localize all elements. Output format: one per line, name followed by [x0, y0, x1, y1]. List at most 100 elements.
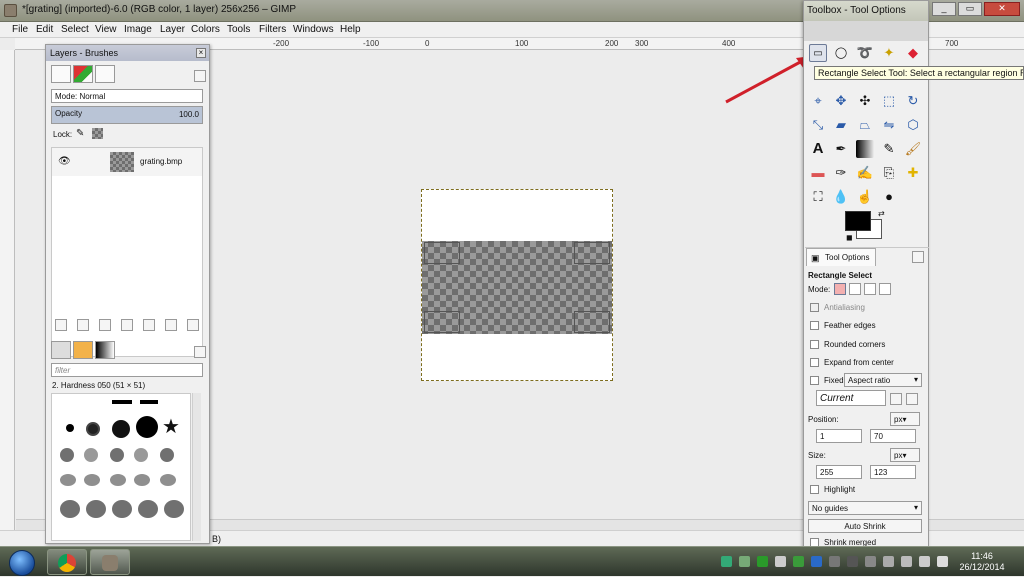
raise-layer-icon[interactable]	[99, 319, 111, 331]
tool-options-menu-icon[interactable]	[912, 251, 924, 263]
auto-shrink-button[interactable]: Auto Shrink	[808, 519, 922, 533]
volume-icon[interactable]	[937, 556, 948, 567]
image-canvas[interactable]	[421, 189, 613, 381]
fixed-mode-select[interactable]: Aspect ratio ▾	[844, 373, 922, 387]
text-tool-icon[interactable]: A	[809, 140, 827, 158]
tray-icon[interactable]	[775, 556, 786, 567]
minimize-button[interactable]: _	[932, 2, 956, 16]
brush-item-selected[interactable]	[86, 422, 100, 436]
gimp-taskbar-button[interactable]	[90, 549, 130, 575]
brush-tab-icon[interactable]	[51, 341, 71, 359]
brush-item[interactable]	[110, 448, 124, 462]
rotate-tool-icon[interactable]: ↻	[904, 92, 922, 110]
lock-paint-icon[interactable]: ✎	[76, 128, 84, 139]
lasso-tool-icon[interactable]: ➰	[856, 44, 874, 62]
paths-tab-icon[interactable]	[95, 65, 115, 83]
selection-handle-br[interactable]	[574, 311, 610, 333]
move-tool-icon[interactable]: ✥	[832, 92, 850, 110]
tray-icon[interactable]	[757, 556, 768, 567]
dock-titlebar[interactable]: Layers - Brushes ×	[46, 45, 209, 61]
size-unit-select[interactable]: px▾	[890, 448, 920, 462]
antialiasing-checkbox[interactable]	[810, 303, 819, 312]
brush-filter-input[interactable]: filter	[51, 363, 203, 377]
mode-subtract-icon[interactable]	[864, 283, 876, 295]
align-tool-icon[interactable]: ✣	[856, 92, 874, 110]
selection-handle-tr[interactable]	[574, 242, 610, 264]
portrait-icon[interactable]	[890, 393, 902, 405]
selection-handle-bl[interactable]	[424, 311, 460, 333]
eye-icon[interactable]: 👁	[58, 156, 71, 167]
clone-tool-icon[interactable]: ⎘	[880, 164, 898, 182]
mode-intersect-icon[interactable]	[879, 283, 891, 295]
rect-select-tool-icon[interactable]: ▭	[809, 44, 827, 62]
opacity-slider[interactable]: Opacity 100.0	[51, 106, 203, 124]
eraser-tool-icon[interactable]: ▬	[809, 164, 827, 182]
heal-tool-icon[interactable]: ✚	[904, 164, 922, 182]
brush-scrollbar[interactable]	[192, 393, 201, 541]
tray-icon[interactable]	[829, 556, 840, 567]
brush-item[interactable]	[164, 500, 184, 518]
brush-item[interactable]	[134, 474, 150, 486]
maximize-button[interactable]: ▭	[958, 2, 982, 16]
brush-item[interactable]	[84, 474, 100, 486]
gradient-tab-icon[interactable]	[95, 341, 115, 359]
shear-tool-icon[interactable]: ▰	[832, 116, 850, 134]
landscape-icon[interactable]	[906, 393, 918, 405]
position-unit-select[interactable]: px▾	[890, 412, 920, 426]
start-button[interactable]	[2, 547, 40, 577]
airbrush-tool-icon[interactable]: ✑	[832, 164, 850, 182]
brush-item[interactable]	[112, 500, 132, 518]
pencil-tool-icon[interactable]: ✎	[880, 140, 898, 158]
tab-menu-icon[interactable]	[194, 70, 206, 82]
menu-colors[interactable]: Colors	[191, 24, 220, 35]
clock[interactable]: 11:46 26/12/2014	[952, 551, 1012, 573]
brush-item[interactable]	[84, 448, 98, 462]
crop-tool-icon[interactable]: ⬚	[880, 92, 898, 110]
menu-layer[interactable]: Layer	[160, 24, 185, 35]
fixed-value-input[interactable]: Current	[816, 390, 886, 406]
scale-tool-icon[interactable]: ⤡	[809, 116, 827, 134]
menu-windows[interactable]: Windows	[293, 24, 334, 35]
layers-tab-icon[interactable]	[51, 65, 71, 83]
cage-tool-icon[interactable]: ⬡	[904, 116, 922, 134]
menu-select[interactable]: Select	[61, 24, 89, 35]
feather-edges-checkbox[interactable]	[810, 321, 819, 330]
layer-row[interactable]: 👁 grating.bmp	[52, 148, 202, 176]
vertical-ruler[interactable]	[0, 50, 15, 530]
brush-item[interactable]	[66, 424, 74, 432]
color-picker-tool-icon[interactable]: ✒	[832, 140, 850, 158]
layer-name[interactable]: grating.bmp	[140, 157, 182, 166]
menu-image[interactable]: Image	[124, 24, 152, 35]
mode-select[interactable]: Mode: Normal	[51, 89, 203, 103]
menu-view[interactable]: View	[95, 24, 117, 35]
brush-item[interactable]	[112, 420, 130, 438]
tray-icon[interactable]	[739, 556, 750, 567]
network-icon[interactable]	[919, 556, 930, 567]
menu-help[interactable]: Help	[340, 24, 361, 35]
default-colors-icon[interactable]: ◼	[846, 233, 853, 242]
chrome-taskbar-button[interactable]	[47, 549, 87, 575]
blur-tool-icon[interactable]: 💧	[832, 188, 850, 206]
new-group-icon[interactable]	[77, 319, 89, 331]
dodge-burn-tool-icon[interactable]: ●	[880, 188, 898, 206]
perspective-clone-tool-icon[interactable]: ⛶	[809, 188, 827, 206]
brush-item[interactable]	[112, 400, 132, 404]
tray-icon[interactable]	[883, 556, 894, 567]
brush-item[interactable]	[136, 416, 158, 438]
anchor-layer-icon[interactable]	[165, 319, 177, 331]
close-button[interactable]: ✕	[984, 2, 1020, 16]
brush-grid[interactable]: ★	[51, 393, 191, 541]
brush-item[interactable]	[60, 500, 80, 518]
flip-tool-icon[interactable]: ⇋	[880, 116, 898, 134]
paths-tool-icon[interactable]: ⌖	[809, 92, 827, 110]
foreground-color[interactable]	[845, 211, 871, 231]
perspective-tool-icon[interactable]: ⏢	[856, 116, 874, 134]
fuzzy-select-tool-icon[interactable]: ✦	[880, 44, 898, 62]
wilber-drop-area[interactable]	[804, 21, 928, 41]
ellipse-select-tool-icon[interactable]: ◯	[832, 44, 850, 62]
network-icon[interactable]	[901, 556, 912, 567]
tray-icon[interactable]	[721, 556, 732, 567]
paintbrush-tool-icon[interactable]: 🖌	[904, 140, 922, 158]
close-icon[interactable]: ×	[196, 48, 206, 58]
blend-tool-icon[interactable]	[856, 140, 874, 158]
